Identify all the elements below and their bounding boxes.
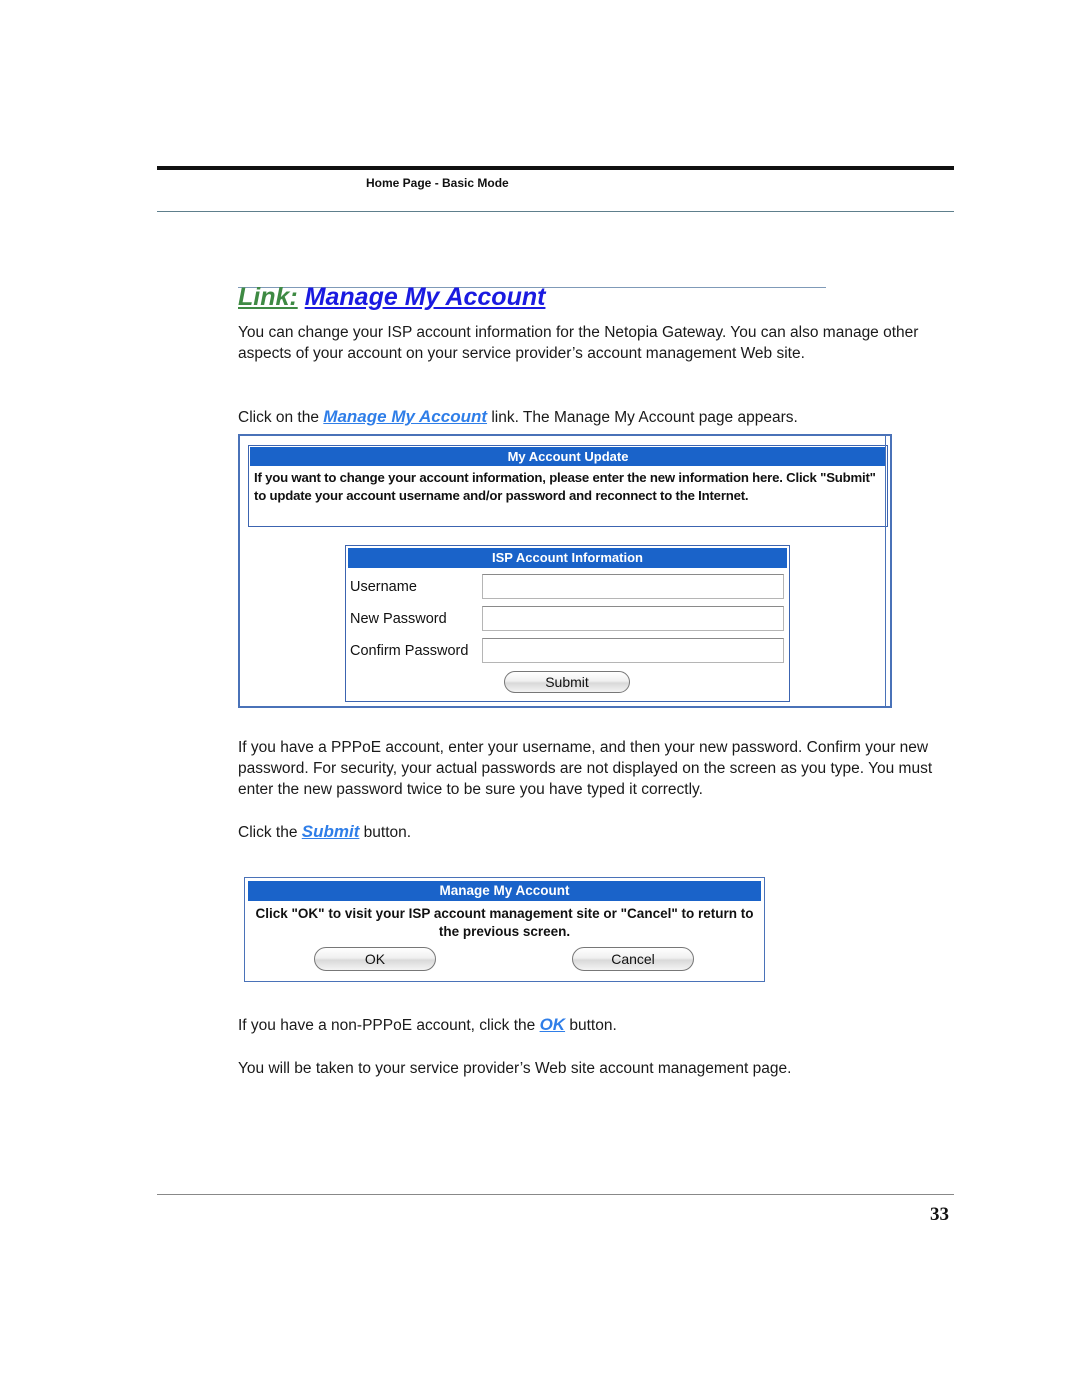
click-submit-paragraph: Click the Submit button. [238, 822, 412, 841]
footer-divider [157, 1194, 954, 1195]
confirm-password-label: Confirm Password [350, 643, 469, 659]
manage-my-account-heading-link[interactable]: Manage My Account [305, 283, 546, 311]
confirm-password-input[interactable] [482, 638, 784, 663]
new-password-label: New Password [350, 611, 447, 627]
isp-account-title: ISP Account Information [348, 548, 787, 568]
section-heading: Link: Manage My Account [238, 283, 545, 312]
ok-inline-link[interactable]: OK [540, 1015, 566, 1034]
taken-to-paragraph: You will be taken to your service provid… [238, 1060, 792, 1077]
account-update-instructions: If you want to change your account infor… [254, 470, 876, 503]
new-password-row: New Password [350, 604, 786, 632]
manage-account-dialog: Manage My Account Click "OK" to visit yo… [244, 877, 765, 982]
username-label: Username [350, 579, 417, 595]
account-update-title: My Account Update [250, 447, 886, 466]
username-input[interactable] [482, 574, 784, 599]
manage-dialog-message: Click "OK" to visit your ISP account man… [255, 906, 754, 939]
ok-button[interactable]: OK [314, 947, 436, 971]
click-on-paragraph: Click on the Manage My Account link. The… [238, 407, 798, 426]
manage-dialog-title: Manage My Account [248, 881, 761, 901]
intro-paragraph: You can change your ISP account informat… [238, 324, 919, 362]
new-password-input[interactable] [482, 606, 784, 631]
username-row: Username [350, 572, 786, 600]
page-number: 33 [930, 1204, 949, 1225]
non-pppoe-paragraph: If you have a non-PPPoE account, click t… [238, 1015, 617, 1034]
isp-account-panel: ISP Account Information Username New Pas… [345, 545, 790, 702]
header-rule [157, 166, 954, 170]
manage-my-account-inline-link[interactable]: Manage My Account [323, 407, 487, 426]
section-label: Link: [238, 283, 298, 311]
header-divider [157, 211, 954, 212]
submit-inline-link[interactable]: Submit [302, 822, 360, 841]
confirm-password-row: Confirm Password [350, 636, 786, 664]
cancel-button[interactable]: Cancel [572, 947, 694, 971]
account-update-panel: My Account Update If you want to change … [248, 445, 888, 527]
running-header: Home Page - Basic Mode [366, 176, 509, 190]
account-update-screenshot: My Account Update If you want to change … [238, 434, 892, 708]
pppoe-paragraph: If you have a PPPoE account, enter your … [238, 739, 933, 798]
submit-button[interactable]: Submit [504, 671, 630, 693]
